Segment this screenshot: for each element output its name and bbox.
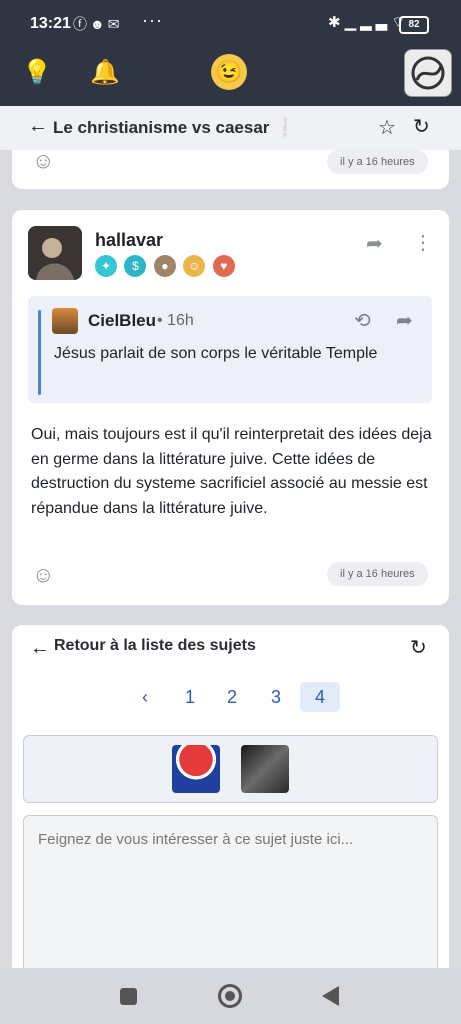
pagination-prev[interactable]: ‹	[125, 682, 165, 712]
star-icon[interactable]: ☆	[378, 115, 396, 140]
exclamation-icon: ❕	[274, 118, 296, 137]
lightbulb-icon[interactable]: 💡	[22, 58, 52, 87]
badge-icon: ✦	[95, 255, 117, 277]
add-reaction-icon[interactable]: ☺	[32, 148, 54, 174]
refresh-icon[interactable]: ↻	[410, 635, 427, 660]
author-badges: ✦ $ ● ☺ ♥	[95, 255, 238, 277]
history-icon[interactable]: ⟲	[354, 308, 371, 333]
page-4-current[interactable]: 4	[300, 682, 340, 712]
page-1[interactable]: 1	[170, 682, 210, 712]
recent-apps-icon[interactable]	[120, 988, 137, 1005]
topic-bar: ← Le christianisme vs caesar ❕ ☆ ↻	[0, 106, 461, 150]
quote-text: Jésus parlait de son corps le véritable …	[54, 345, 378, 362]
post-body: Oui, mais toujours est il qu'il reinterp…	[31, 426, 432, 517]
share-icon[interactable]: ➦	[366, 231, 383, 256]
sticker-face[interactable]	[241, 745, 289, 793]
back-to-topics-link[interactable]: Retour à la liste des sujets	[54, 637, 256, 655]
badge-icon: ♥	[212, 255, 235, 277]
page-3[interactable]: 3	[256, 682, 296, 712]
add-reaction-icon[interactable]: ☺	[32, 562, 54, 588]
back-arrow-icon[interactable]: ←	[28, 115, 48, 138]
home-icon[interactable]	[218, 984, 242, 1008]
smiley-logo-icon[interactable]: 😉	[211, 54, 247, 90]
author-avatar[interactable]	[28, 226, 82, 280]
sticker-bar	[23, 735, 438, 803]
status-time: 13:21	[30, 15, 71, 32]
user-avatar[interactable]	[404, 49, 452, 97]
more-options-icon[interactable]: ⋮	[413, 230, 433, 255]
quote-author-name[interactable]: CielBleu	[88, 311, 156, 331]
system-icons: ✱▁▂▃⌔	[328, 14, 410, 31]
topic-footer: ← Retour à la liste des sujets ↻ ‹ 1 2 3…	[12, 625, 449, 997]
sticker-mushroom-girl[interactable]	[172, 745, 220, 793]
system-nav-bar	[0, 968, 461, 1024]
notification-icons: ⓕ☻✉	[73, 16, 123, 32]
author-name[interactable]: hallavar	[95, 230, 163, 251]
badge-icon: $	[124, 255, 147, 277]
bell-icon[interactable]: 🔔	[90, 58, 120, 87]
more-notifications-icon: ···	[142, 10, 163, 30]
topic-title: Le christianisme vs caesar ❕	[53, 118, 296, 137]
back-icon[interactable]	[322, 986, 339, 1006]
app-header: 13:21 ⓕ☻✉ ··· ✱▁▂▃⌔ 82 💡 🔔 😉	[0, 0, 461, 106]
previous-post-card: ☺ il y a 16 heures	[12, 148, 449, 189]
badge-icon: ☺	[183, 255, 206, 277]
page-2[interactable]: 2	[212, 682, 252, 712]
quote-author-avatar	[52, 308, 78, 334]
post-time: il y a 16 heures	[327, 150, 428, 174]
post-card: hallavar ✦ $ ● ☺ ♥ ➦ ⋮ CielBleu • 16h ⟲ …	[12, 210, 449, 605]
battery-icon: 82	[399, 16, 429, 34]
quote-bar	[38, 310, 41, 395]
post-time: il y a 16 heures	[327, 562, 428, 586]
status-bar: 13:21 ⓕ☻✉ ··· ✱▁▂▃⌔ 82	[0, 0, 461, 48]
refresh-icon[interactable]: ↻	[413, 114, 430, 139]
badge-icon: ●	[153, 255, 176, 277]
quote-share-icon[interactable]: ➦	[396, 308, 413, 333]
quoted-post[interactable]: CielBleu • 16h ⟲ ➦ Jésus parlait de son …	[28, 296, 432, 403]
reply-placeholder: Feignez de vous intéresser à ce sujet ju…	[38, 831, 354, 848]
quote-time: • 16h	[157, 312, 194, 329]
back-arrow-icon[interactable]: ←	[30, 637, 50, 660]
